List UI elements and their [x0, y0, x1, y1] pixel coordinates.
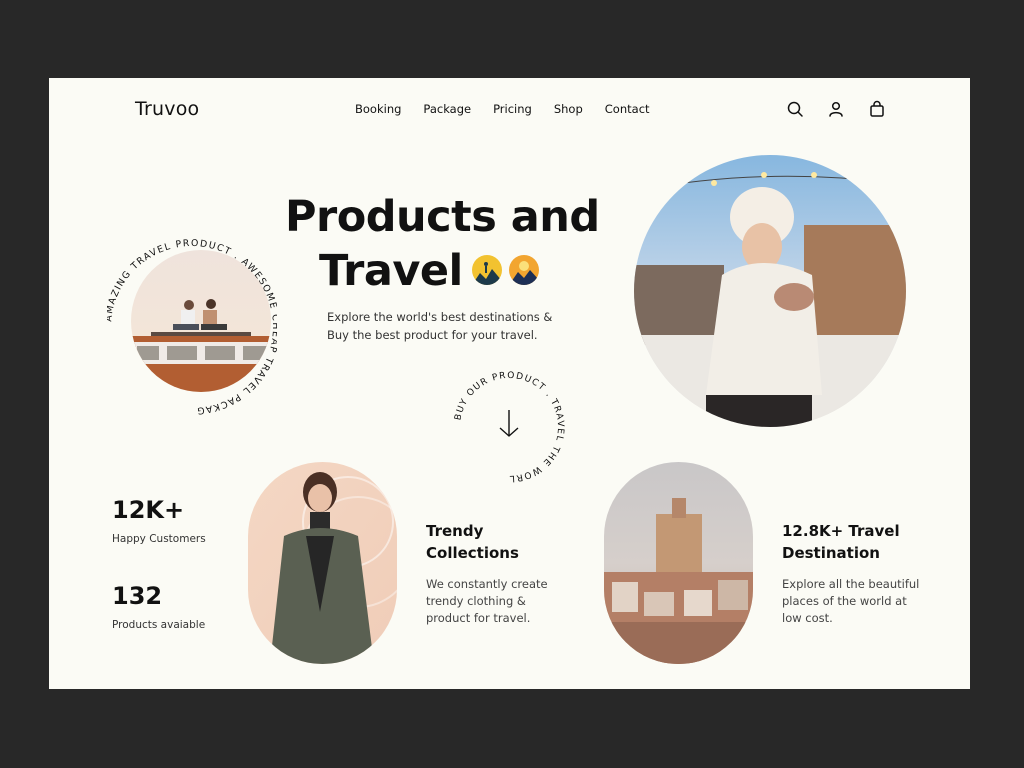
hiker-badge-icon [472, 255, 502, 285]
user-icon[interactable] [827, 100, 845, 118]
nav-pricing[interactable]: Pricing [493, 102, 532, 116]
mountain-badge-icon [509, 255, 539, 285]
nav-booking[interactable]: Booking [355, 102, 401, 116]
nav-contact[interactable]: Contact [605, 102, 650, 116]
nav-shop[interactable]: Shop [554, 102, 583, 116]
card-trendy-text: We constantly create trendy clothing & p… [426, 577, 548, 625]
search-icon[interactable] [786, 100, 804, 118]
card-destination-title: 12.8K+ Travel Destination [782, 522, 900, 562]
stat-products-value: 132 [112, 582, 163, 610]
buy-product-circle[interactable]: BUY OUR PRODUCT . TRAVEL THE WORLD . [450, 368, 568, 486]
van-photo [131, 250, 271, 392]
hero-description: Explore the world's best destinations & … [327, 310, 553, 342]
stat-customers-value: 12K+ [112, 496, 185, 524]
brand-logo[interactable]: Truvoo [135, 98, 199, 120]
circular-text-center-label: BUY OUR PRODUCT . TRAVEL THE WORLD . [450, 368, 565, 483]
hero-title-line2: Travel [319, 246, 463, 296]
header-actions [786, 100, 909, 118]
woman-winter-photo [634, 155, 906, 427]
stat-products-label: Products avaiable [112, 619, 206, 631]
card-destination-text: Explore all the beautiful places of the … [782, 577, 920, 625]
landing-page: Truvoo Booking Package Pricing Shop Cont… [49, 78, 970, 689]
arrow-down-icon [499, 410, 519, 437]
fashion-photo [248, 462, 397, 664]
stat-customers-label: Happy Customers [112, 533, 206, 545]
card-trendy-title: Trendy Collections [426, 522, 519, 562]
nav-package[interactable]: Package [423, 102, 471, 116]
city-photo [604, 462, 753, 664]
hero-title-line1: Products and [285, 192, 600, 242]
main-nav: Booking Package Pricing Shop Contact [355, 102, 672, 116]
bag-icon[interactable] [868, 100, 886, 118]
